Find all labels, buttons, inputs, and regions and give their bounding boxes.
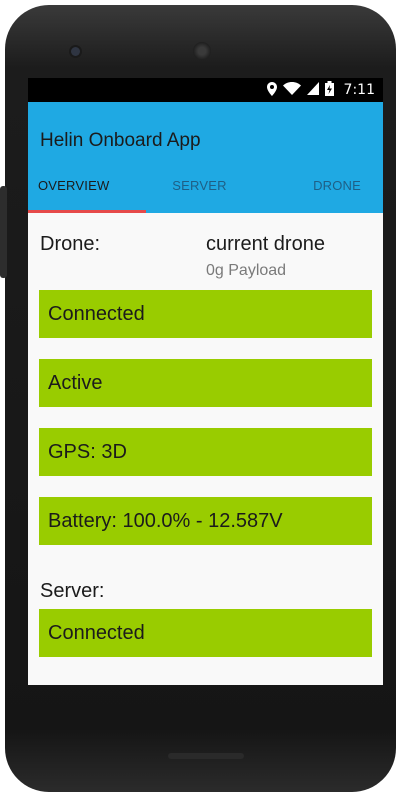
screen: 7:11 Helin Onboard App OVERVIEW SERVER D… (28, 78, 383, 685)
drone-connection-status: Connected (39, 290, 372, 338)
earpiece-speaker (193, 42, 211, 60)
server-section-label: Server: (40, 580, 105, 602)
wifi-icon (282, 82, 301, 98)
drone-gps-status: GPS: 3D (39, 428, 372, 476)
drone-header: Drone: current drone 0g Payload (39, 213, 372, 285)
status-bar: 7:11 (28, 78, 383, 102)
drone-payload: 0g Payload (206, 262, 287, 279)
action-bar: Helin Onboard App (28, 102, 383, 161)
bottom-speaker (168, 753, 244, 759)
tab-bar: OVERVIEW SERVER DRONE (28, 161, 383, 213)
signal-icon (306, 82, 319, 98)
front-camera (71, 47, 80, 56)
tab-overview[interactable]: OVERVIEW (28, 161, 146, 213)
phone-frame: 7:11 Helin Onboard App OVERVIEW SERVER D… (5, 5, 396, 792)
drone-name: current drone (206, 233, 325, 255)
battery-charging-icon (324, 81, 334, 99)
drone-section-label: Drone: (40, 233, 101, 255)
side-button (0, 186, 7, 278)
tab-drone[interactable]: DRONE (253, 161, 383, 213)
clock: 7:11 (343, 82, 375, 98)
app-title: Helin Onboard App (40, 130, 201, 151)
overview-content: Drone: current drone 0g Payload Connecte… (28, 213, 383, 657)
drone-battery-status: Battery: 100.0% - 12.587V (39, 497, 372, 545)
drone-active-status: Active (39, 359, 372, 407)
tab-server[interactable]: SERVER (146, 161, 254, 213)
location-icon (266, 81, 277, 99)
server-connection-status: Connected (39, 609, 372, 657)
